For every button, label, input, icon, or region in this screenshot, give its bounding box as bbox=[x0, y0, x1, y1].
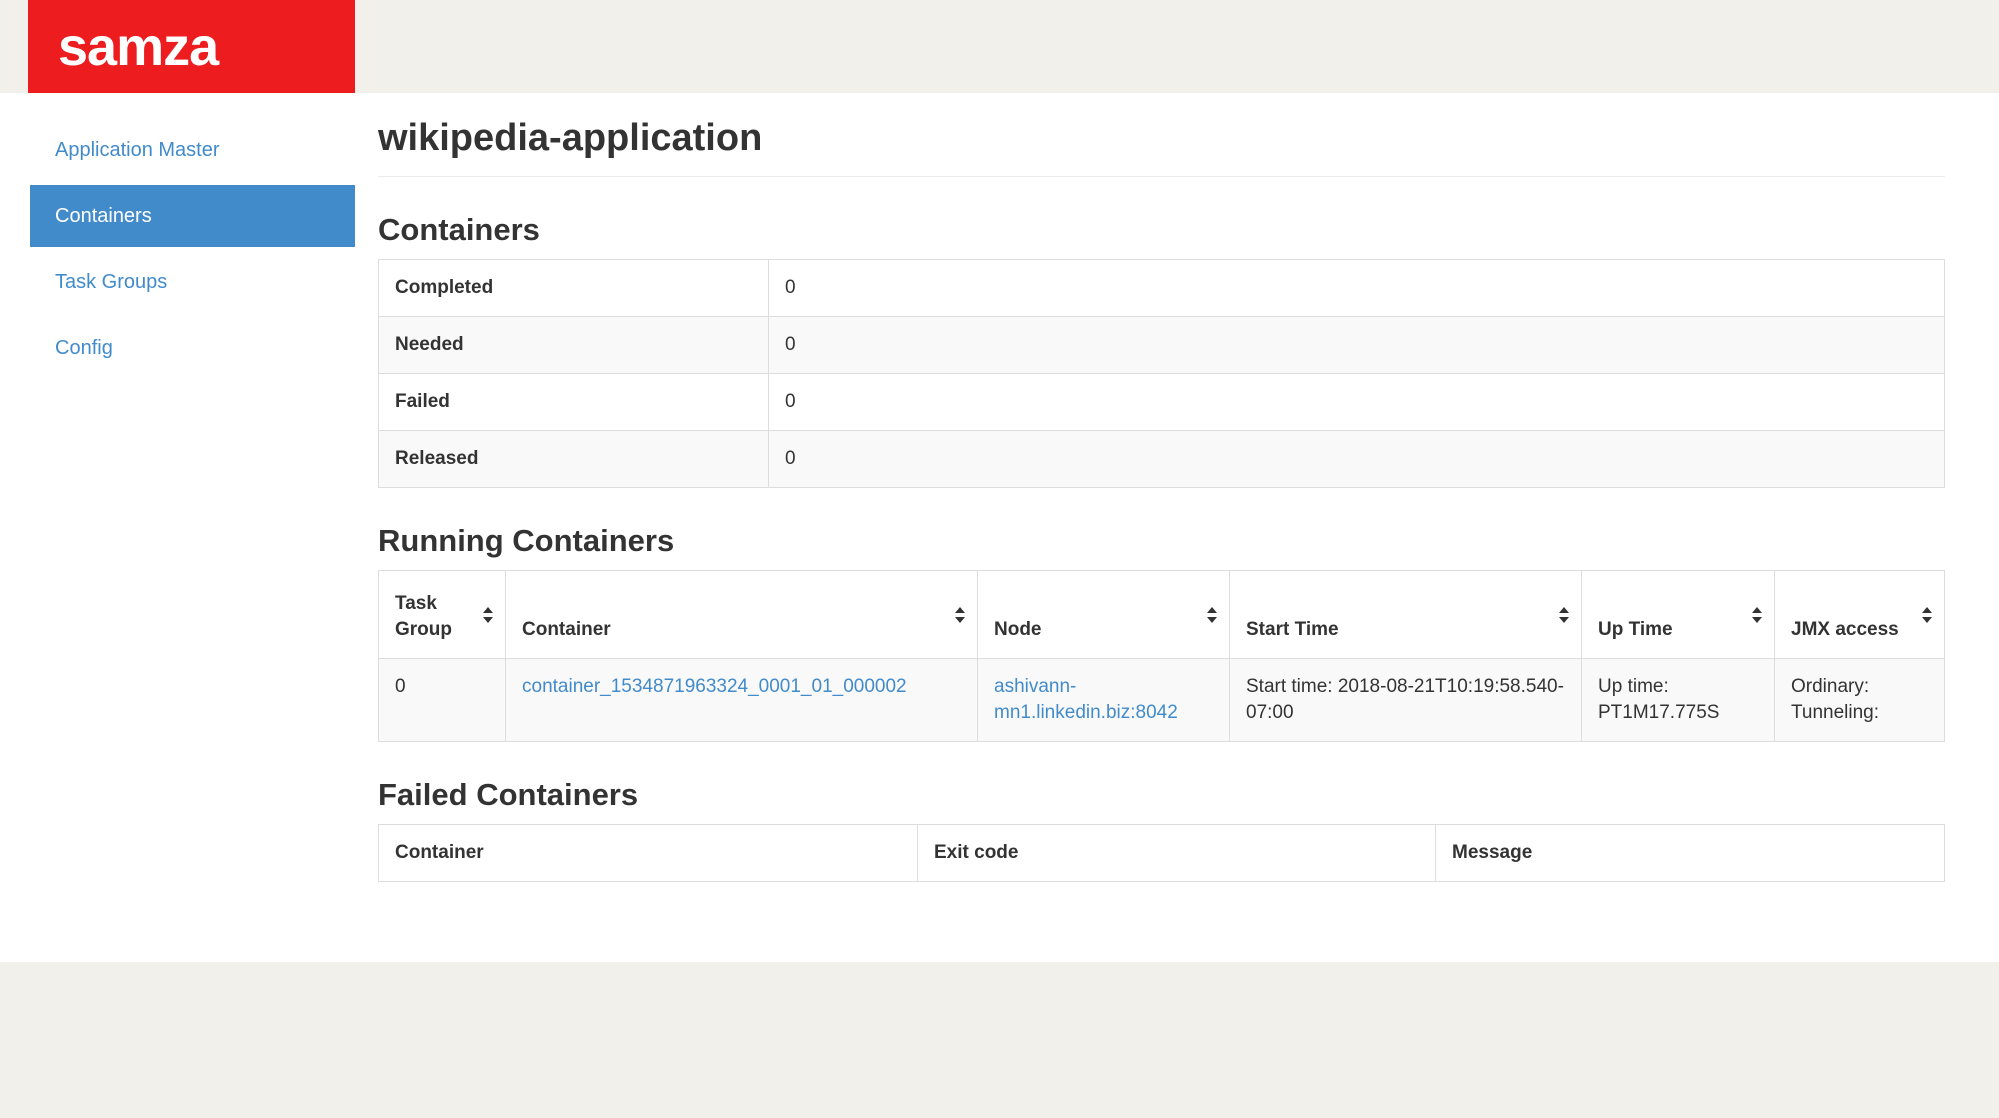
summary-label-needed: Needed bbox=[379, 317, 769, 374]
sidebar-item-label: Task Groups bbox=[55, 271, 167, 294]
table-row: Needed 0 bbox=[379, 317, 1945, 374]
column-header-exit-code: Exit code bbox=[918, 825, 1436, 882]
node-link[interactable]: ashivann-mn1.linkedin.biz:8042 bbox=[994, 676, 1178, 723]
column-header-label: Container bbox=[522, 619, 611, 640]
column-header-container[interactable]: Container bbox=[506, 571, 978, 659]
cell-container: container_1534871963324_0001_01_000002 bbox=[506, 659, 978, 742]
column-header-jmx-access[interactable]: JMX access bbox=[1775, 571, 1945, 659]
running-containers-table: Task Group Container Node Start Time Up … bbox=[378, 570, 1945, 742]
summary-label-released: Released bbox=[379, 431, 769, 488]
cell-node: ashivann-mn1.linkedin.biz:8042 bbox=[978, 659, 1230, 742]
summary-value-failed: 0 bbox=[769, 374, 1945, 431]
main-content: wikipedia-application Containers Complet… bbox=[378, 93, 1945, 882]
sidebar-item-containers[interactable]: Containers bbox=[30, 185, 355, 247]
containers-summary-table: Completed 0 Needed 0 Failed 0 Released 0 bbox=[378, 259, 1945, 488]
column-header-label: Node bbox=[994, 619, 1042, 640]
sidebar-nav: Application Master Containers Task Group… bbox=[30, 119, 355, 383]
summary-value-needed: 0 bbox=[769, 317, 1945, 374]
column-header-failed-container: Container bbox=[379, 825, 918, 882]
column-header-node[interactable]: Node bbox=[978, 571, 1230, 659]
table-row: Failed 0 bbox=[379, 374, 1945, 431]
failed-containers-heading: Failed Containers bbox=[378, 778, 1945, 812]
cell-up-time: Up time: PT1M17.775S bbox=[1582, 659, 1775, 742]
sidebar-item-label: Application Master bbox=[55, 139, 220, 162]
sidebar-item-application-master[interactable]: Application Master bbox=[30, 119, 355, 181]
column-header-label: Task Group bbox=[395, 593, 452, 640]
sidebar-item-label: Config bbox=[55, 337, 113, 360]
column-header-label: Start Time bbox=[1246, 619, 1339, 640]
table-header-row: Task Group Container Node Start Time Up … bbox=[379, 571, 1945, 659]
table-row: Released 0 bbox=[379, 431, 1945, 488]
sort-icon bbox=[955, 607, 965, 623]
sidebar-item-config[interactable]: Config bbox=[30, 317, 355, 379]
column-header-task-group[interactable]: Task Group bbox=[379, 571, 506, 659]
summary-value-released: 0 bbox=[769, 431, 1945, 488]
sort-icon bbox=[1752, 607, 1762, 623]
sort-icon bbox=[1922, 607, 1932, 623]
footer-band bbox=[0, 962, 1999, 1118]
column-header-message: Message bbox=[1436, 825, 1945, 882]
column-header-up-time[interactable]: Up Time bbox=[1582, 571, 1775, 659]
sort-icon bbox=[1559, 607, 1569, 623]
column-header-label: Up Time bbox=[1598, 619, 1673, 640]
cell-start-time: Start time: 2018-08-21T10:19:58.540-07:0… bbox=[1230, 659, 1582, 742]
sidebar-item-label: Containers bbox=[55, 205, 152, 228]
cell-task-group: 0 bbox=[379, 659, 506, 742]
running-containers-heading: Running Containers bbox=[378, 524, 1945, 558]
summary-label-completed: Completed bbox=[379, 260, 769, 317]
samza-logo: samza bbox=[28, 0, 355, 93]
summary-value-completed: 0 bbox=[769, 260, 1945, 317]
table-row: Completed 0 bbox=[379, 260, 1945, 317]
column-header-label: JMX access bbox=[1791, 619, 1899, 640]
summary-label-failed: Failed bbox=[379, 374, 769, 431]
sort-icon bbox=[1207, 607, 1217, 623]
sort-icon bbox=[483, 607, 493, 623]
failed-containers-table: Container Exit code Message bbox=[378, 824, 1945, 882]
page-title: wikipedia-application bbox=[378, 117, 1945, 177]
samza-logo-text: samza bbox=[58, 20, 218, 74]
container-link[interactable]: container_1534871963324_0001_01_000002 bbox=[522, 676, 907, 697]
table-header-row: Container Exit code Message bbox=[379, 825, 1945, 882]
sidebar-item-task-groups[interactable]: Task Groups bbox=[30, 251, 355, 313]
running-container-row: 0 container_1534871963324_0001_01_000002… bbox=[379, 659, 1945, 742]
column-header-start-time[interactable]: Start Time bbox=[1230, 571, 1582, 659]
containers-heading: Containers bbox=[378, 213, 1945, 247]
cell-jmx-access: Ordinary: Tunneling: bbox=[1775, 659, 1945, 742]
